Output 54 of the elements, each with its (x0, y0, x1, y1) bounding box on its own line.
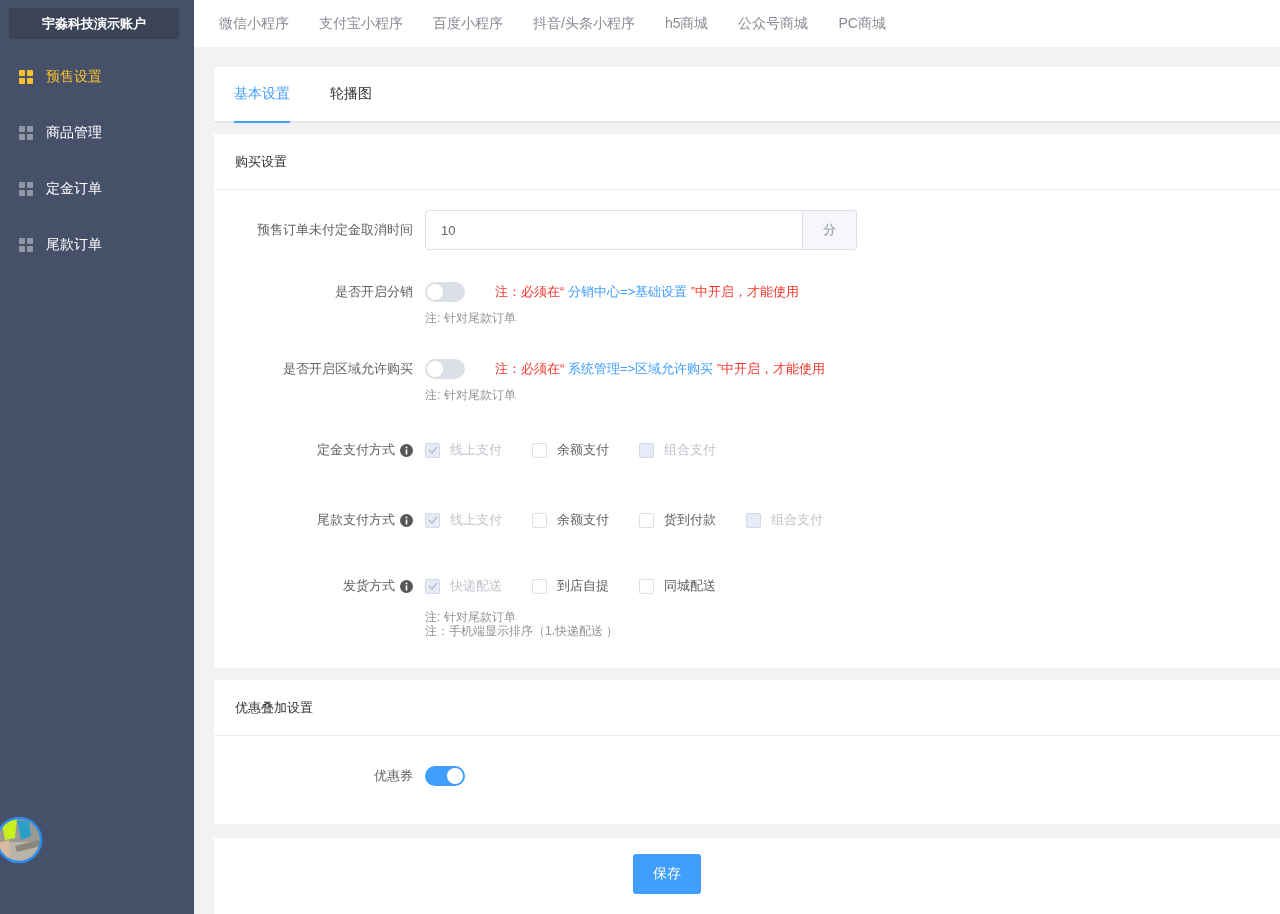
sidebar-item[interactable]: 定金订单 (0, 161, 194, 217)
field-label: 是否开启区域允许购买 (282, 360, 414, 378)
field-label: 是否开启分销 (334, 283, 414, 301)
save-button[interactable]: 保存 (633, 854, 701, 894)
checkbox[interactable] (532, 578, 547, 594)
checkbox[interactable] (639, 578, 654, 594)
platform-tab[interactable]: 支付宝小程序 (319, 14, 403, 33)
checkbox-option[interactable]: 余额支付 (532, 441, 609, 459)
platform-tab[interactable]: 微信小程序 (219, 14, 289, 33)
hint-text: 注: 针对尾款订单 (425, 610, 517, 624)
card-title: 购买设置 (214, 134, 1280, 190)
hint-text: 注: 针对尾款订单 (425, 310, 517, 327)
platform-tab[interactable]: 抖音/头条小程序 (533, 14, 635, 33)
checkbox[interactable] (532, 512, 547, 528)
info-icon[interactable] (400, 513, 413, 527)
checkbox[interactable] (639, 512, 654, 528)
grid-icon (19, 182, 33, 196)
platform-tab[interactable]: PC商城 (838, 14, 886, 33)
tab[interactable]: 轮播图 (330, 67, 372, 123)
account-name: 宇淼科技演示账户 (9, 8, 179, 39)
field-label: 定金支付方式 (317, 441, 395, 459)
tab[interactable]: 基本设置 (234, 67, 290, 123)
sidebar-item[interactable]: 商品管理 (0, 105, 194, 161)
checkbox-option[interactable]: 余额支付 (532, 511, 609, 529)
field-label: 发货方式 (343, 577, 395, 595)
grid-icon (19, 70, 33, 84)
platform-tab[interactable]: 百度小程序 (433, 14, 503, 33)
hint-text: 注：手机端显示排序（1.快递配送 ） (425, 624, 620, 638)
warning-note: 注：必须在“ 系统管理=>区域允许购买 ”中开启，才能使用 (495, 360, 826, 378)
card-title: 优惠叠加设置 (214, 680, 1280, 736)
platform-tab[interactable]: 公众号商城 (738, 14, 809, 33)
settings-link[interactable]: 分销中心=>基础设置 (567, 284, 688, 299)
info-icon[interactable] (400, 579, 413, 593)
hint-text: 注: 针对尾款订单 (425, 387, 517, 404)
settings-link[interactable]: 系统管理=>区域允许购买 (567, 361, 714, 376)
cancel-time-input[interactable]: 10 (425, 210, 803, 250)
checkbox-option[interactable]: 到店自提 (532, 577, 609, 595)
field-label: 优惠券 (373, 767, 414, 785)
toggle-switch[interactable] (425, 282, 465, 302)
checkbox[interactable] (532, 442, 547, 458)
field-label: 尾款支付方式 (317, 511, 395, 529)
checkbox-option[interactable]: 货到付款 (639, 511, 716, 529)
grid-icon (19, 126, 33, 140)
sidebar-item[interactable]: 预售设置 (0, 49, 194, 105)
platform-tab[interactable]: h5商城 (664, 14, 709, 33)
unit-addon: 分 (803, 210, 857, 250)
toggle-switch[interactable] (425, 359, 465, 379)
warning-note: 注：必须在“ 分销中心=>基础设置 ”中开启，才能使用 (495, 283, 800, 301)
sidebar-item[interactable]: 尾款订单 (0, 217, 194, 273)
field-label: 预售订单未付定金取消时间 (256, 221, 414, 239)
checkbox-option[interactable]: 同城配送 (639, 577, 716, 595)
info-icon[interactable] (400, 443, 413, 457)
grid-icon (19, 238, 33, 252)
toggle-switch[interactable] (425, 766, 465, 786)
